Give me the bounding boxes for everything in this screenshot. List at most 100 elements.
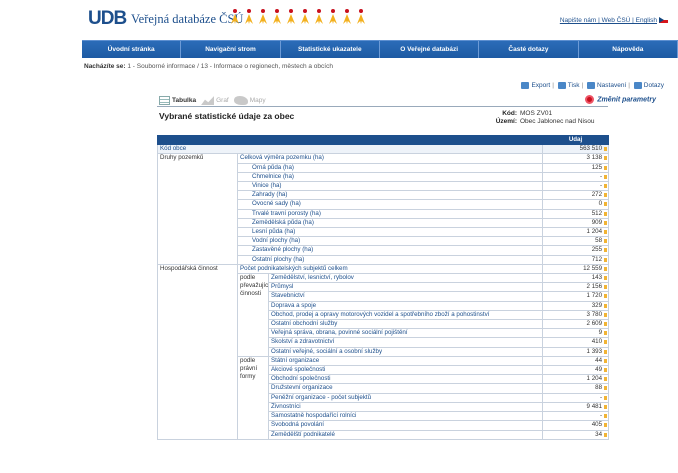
row-label: Ovocné sady (ha) (236, 199, 544, 210)
row-label: Orná půda (ha) (236, 162, 544, 173)
map-icon (233, 96, 248, 105)
subgroup-label: podle právní formy (237, 355, 269, 440)
row-value[interactable]: 712 (542, 254, 610, 265)
row-label: Vinice (ha) (236, 181, 544, 192)
row-value[interactable]: 3 780 (542, 309, 610, 321)
row-value[interactable]: 9 (542, 328, 610, 339)
row-label: Celková výměra pozemku (ha) (236, 153, 544, 164)
row-label: Akciové společnosti (267, 365, 544, 376)
row-label: Vodní plochy (ha) (236, 236, 544, 247)
row-value[interactable]: 255 (542, 245, 610, 256)
row-value[interactable]: 34 (542, 429, 610, 440)
row-value[interactable]: 1 204 (542, 227, 610, 238)
udb-logo[interactable]: UDB (88, 8, 127, 30)
uk-flag-icon[interactable] (659, 17, 668, 24)
row-label: Obchod, prodej a opravy motorových vozid… (267, 309, 544, 321)
view-tabs: Tabulka Graf Mapy (159, 96, 266, 105)
row-value[interactable]: 909 (542, 217, 610, 229)
top-links[interactable]: Napište nám | Web ČSÚ | English (560, 17, 668, 24)
code-label: Kód: (502, 110, 517, 117)
row-value[interactable]: 49 (542, 365, 610, 376)
row-label: Peněžní organizace - počet subjektů (267, 392, 544, 403)
row-value[interactable]: 125 (542, 162, 610, 173)
row-value[interactable]: 9 481 (542, 401, 610, 413)
breadcrumb: Nacházíte se: 1 - Souborné informace / 1… (84, 63, 333, 70)
row-value[interactable]: 44 (542, 355, 610, 367)
row-value[interactable]: 1 393 (542, 346, 610, 357)
row-label: Kód obce (156, 144, 544, 155)
row-value[interactable]: 12 559 (542, 263, 610, 275)
row-value[interactable]: - (542, 171, 610, 183)
row-value[interactable]: 88 (542, 383, 610, 394)
nav-indicators[interactable]: Statistické ukazatele (281, 41, 380, 58)
table-header-row: Údaj (156, 134, 610, 146)
row-value[interactable]: 2 156 (542, 282, 610, 293)
row-label: Zemědělská půda (ha) (236, 217, 544, 229)
figure-icon (300, 9, 310, 25)
row-value[interactable]: 58 (542, 236, 610, 247)
row-value[interactable]: - (542, 181, 610, 192)
print-icon[interactable] (557, 82, 566, 89)
row-value[interactable]: - (542, 392, 610, 403)
nav-about[interactable]: O Veřejné databázi (380, 41, 480, 58)
tab-graph-label: Graf (216, 97, 229, 104)
row-label: Ostatní veřejné, sociální a osobní služb… (267, 346, 544, 357)
row-value[interactable]: 512 (542, 208, 610, 219)
nav-tree[interactable]: Navigační strom (181, 41, 281, 58)
tab-table[interactable]: Tabulka (159, 96, 196, 105)
value-column-header: Údaj (542, 134, 610, 146)
export-icon[interactable] (521, 82, 530, 89)
row-value[interactable]: 1 720 (542, 291, 610, 302)
row-value[interactable]: 143 (542, 273, 610, 284)
row-label: Stavebnictví (267, 291, 544, 302)
header: UDB Veřejná databáze ČSÚ Napište nám | W… (0, 0, 678, 38)
row-label: Veřejná správa, obrana, povinné sociální… (267, 328, 544, 339)
nav-faq[interactable]: Časté dotazy (479, 41, 579, 58)
row-value[interactable]: 563 510 (542, 144, 610, 155)
data-table: Údaj Kód obce 563 510 Druhy pozemků Celko… (156, 134, 610, 440)
divider (157, 106, 608, 107)
bottom-fade (0, 440, 678, 473)
row-label: Zahrady (ha) (236, 190, 544, 201)
row-value[interactable]: 405 (542, 420, 610, 431)
row-value[interactable]: 0 (542, 199, 610, 210)
figure-icon (272, 9, 282, 25)
settings-button[interactable]: Nastavení (597, 82, 626, 89)
change-parameters-button[interactable]: Změnit parametry (585, 95, 656, 104)
export-button[interactable]: Export (531, 82, 550, 89)
nav-help[interactable]: Nápověda (579, 41, 678, 58)
code-value: MOS ZV01 (520, 110, 553, 117)
refresh-icon (585, 95, 595, 104)
row-value[interactable]: 3 138 (542, 153, 610, 164)
tab-map[interactable]: Mapy (233, 96, 266, 105)
row-value[interactable]: 2 609 (542, 319, 610, 330)
queries-icon[interactable] (633, 82, 642, 89)
row-label: Průmysl (267, 282, 544, 293)
breadcrumb-label: Nacházíte se: (84, 63, 126, 70)
group-label: Hospodářská činnost (157, 263, 238, 440)
figure-icon (328, 9, 338, 25)
row-value[interactable]: 1 204 (542, 374, 610, 385)
row-label: Školství a zdravotnictví (267, 337, 544, 348)
site-title[interactable]: Veřejná databáze ČSÚ (131, 12, 243, 27)
row-value[interactable]: 410 (542, 337, 610, 348)
group-label: Druhy pozemků (157, 153, 238, 265)
toolbar: Export | Tisk | Nastavení | Dotazy (521, 82, 664, 89)
row-label: Počet podnikatelských subjektů celkem (236, 263, 544, 275)
row-label: Trvalé travní porosty (ha) (236, 208, 544, 219)
settings-icon[interactable] (586, 82, 595, 89)
row-value[interactable]: 329 (542, 300, 610, 311)
breadcrumb-path[interactable]: 1 - Souborné informace / 13 - Informace … (127, 63, 333, 70)
row-label: Družstevní organizace (267, 383, 544, 394)
top-links-text[interactable]: Napište nám | Web ČSÚ | English (560, 17, 657, 24)
print-button[interactable]: Tisk (568, 82, 580, 89)
tab-graph[interactable]: Graf (201, 96, 229, 105)
row-value[interactable]: 272 (542, 190, 610, 201)
row-label: Lesní půda (ha) (236, 227, 544, 238)
nav-home[interactable]: Úvodní stránka (82, 41, 182, 58)
area-label: Území: (495, 118, 517, 125)
area-value: Obec Jablonec nad Nisou (520, 118, 595, 125)
row-value[interactable]: - (542, 411, 610, 422)
tab-table-label: Tabulka (172, 97, 197, 104)
queries-button[interactable]: Dotazy (644, 82, 664, 89)
